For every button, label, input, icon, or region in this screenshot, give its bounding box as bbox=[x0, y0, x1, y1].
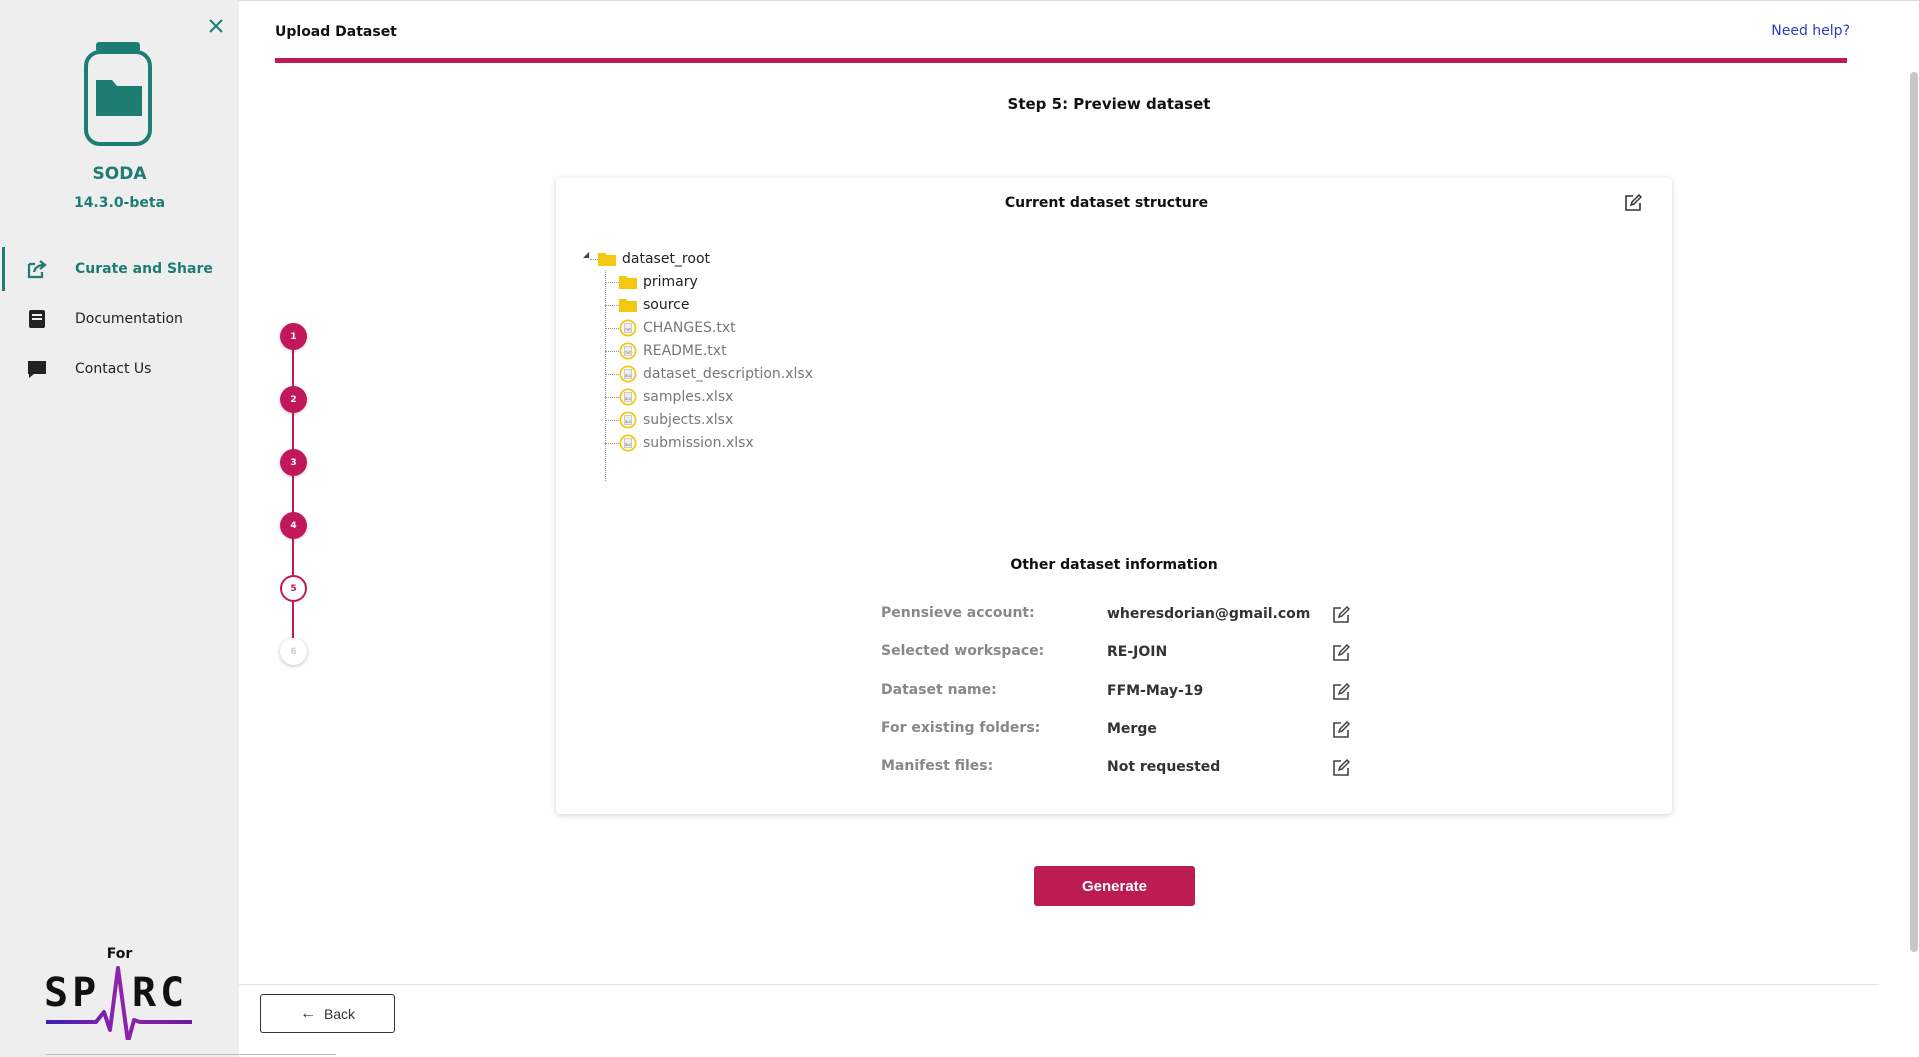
info-value: FFM-May-19 bbox=[1107, 683, 1204, 699]
file-icon: TXT bbox=[619, 319, 637, 337]
edit-icon[interactable] bbox=[1332, 683, 1350, 701]
sidebar: SODA 14.3.0-beta Curate and Share Docume… bbox=[0, 0, 239, 1057]
info-row-dataset-name: Dataset name: FFM-May-19 bbox=[881, 682, 1381, 704]
file-icon: TXT bbox=[619, 342, 637, 360]
step-5[interactable]: 5 bbox=[280, 575, 307, 602]
need-help-link[interactable]: Need help? bbox=[1771, 23, 1850, 39]
info-label: Pennsieve account: bbox=[881, 605, 1035, 621]
tree-item-label: dataset_root bbox=[622, 251, 710, 267]
share-icon bbox=[27, 260, 47, 279]
folder-icon bbox=[598, 253, 616, 266]
info-row-pennsieve-account: Pennsieve account: wheresdorian@gmail.co… bbox=[881, 605, 1381, 627]
svg-text:XLS: XLS bbox=[625, 420, 631, 424]
file-icon: XLS bbox=[619, 388, 637, 406]
soda-logo-icon bbox=[84, 42, 152, 146]
tree-item-label: dataset_description.xlsx bbox=[643, 366, 813, 382]
step-1[interactable]: 1 bbox=[280, 323, 307, 350]
tree-file[interactable]: XLS submission.xlsx bbox=[619, 432, 754, 454]
tree-folder-root[interactable]: dataset_root bbox=[598, 248, 710, 270]
info-label: Manifest files: bbox=[881, 758, 994, 774]
file-icon: XLS bbox=[619, 365, 637, 383]
collapse-toggle-icon[interactable]: ◢ bbox=[583, 250, 589, 259]
info-label: For existing folders: bbox=[881, 720, 1041, 736]
edit-icon[interactable] bbox=[1332, 606, 1350, 624]
stepper-line bbox=[292, 337, 294, 657]
edit-icon[interactable] bbox=[1332, 644, 1350, 662]
info-row-existing-folders: For existing folders: Merge bbox=[881, 720, 1381, 742]
info-label: Dataset name: bbox=[881, 682, 997, 698]
divider bbox=[46, 1054, 336, 1055]
close-icon[interactable] bbox=[204, 14, 228, 38]
arrow-left-icon: ← bbox=[299, 1004, 316, 1022]
step-4[interactable]: 4 bbox=[280, 512, 307, 539]
tree-item-label: samples.xlsx bbox=[643, 389, 734, 405]
chat-icon bbox=[28, 361, 46, 378]
sidebar-item-label: Curate and Share bbox=[75, 261, 213, 277]
sidebar-item-contact-us[interactable]: Contact Us bbox=[0, 347, 239, 391]
step-title: Step 5: Preview dataset bbox=[1007, 95, 1211, 113]
generate-button[interactable]: Generate bbox=[1034, 866, 1195, 906]
preview-card: Current dataset structure ◢ dataset_root… bbox=[556, 178, 1672, 814]
sidebar-item-curate-and-share[interactable]: Curate and Share bbox=[0, 247, 239, 291]
title-underline bbox=[275, 58, 1847, 63]
book-icon bbox=[29, 310, 45, 328]
info-value: Not requested bbox=[1107, 759, 1221, 775]
svg-text:XLS: XLS bbox=[625, 397, 631, 401]
step-2[interactable]: 2 bbox=[280, 386, 307, 413]
info-label: Selected workspace: bbox=[881, 643, 1045, 659]
edit-icon[interactable] bbox=[1624, 194, 1642, 212]
tree-file[interactable]: XLS dataset_description.xlsx bbox=[619, 363, 813, 385]
info-value: Merge bbox=[1107, 721, 1157, 737]
divider bbox=[239, 0, 1919, 1]
sidebar-item-label: Documentation bbox=[75, 311, 183, 327]
folder-icon bbox=[619, 299, 637, 312]
tree-item-label: subjects.xlsx bbox=[643, 412, 734, 428]
sparc-for-label: For bbox=[106, 946, 133, 962]
svg-text:RC: RC bbox=[132, 970, 188, 1016]
edit-icon[interactable] bbox=[1332, 759, 1350, 777]
page-title: Upload Dataset bbox=[275, 24, 397, 40]
info-row-manifest-files: Manifest files: Not requested bbox=[881, 758, 1381, 780]
info-value: wheresdorian@gmail.com bbox=[1107, 606, 1311, 622]
svg-text:TXT: TXT bbox=[624, 328, 631, 332]
tree-item-label: submission.xlsx bbox=[643, 435, 754, 451]
tree-file[interactable]: XLS samples.xlsx bbox=[619, 386, 733, 408]
tree-folder[interactable]: source bbox=[619, 294, 690, 316]
tree-item-label: primary bbox=[643, 274, 698, 290]
tree-file[interactable]: XLS subjects.xlsx bbox=[619, 409, 733, 431]
file-icon: XLS bbox=[619, 411, 637, 429]
app-name: SODA bbox=[92, 164, 147, 184]
svg-text:XLS: XLS bbox=[625, 374, 631, 378]
tree-folder[interactable]: primary bbox=[619, 271, 698, 293]
svg-text:SP: SP bbox=[44, 970, 100, 1016]
app-version: 14.3.0-beta bbox=[73, 195, 166, 211]
sparc-logo: SP RC bbox=[44, 966, 192, 1040]
info-row-workspace: Selected workspace: RE-JOIN bbox=[881, 643, 1381, 665]
tree-item-label: README.txt bbox=[643, 343, 727, 359]
file-icon: XLS bbox=[619, 434, 637, 452]
folder-icon bbox=[619, 276, 637, 289]
info-value: RE-JOIN bbox=[1107, 644, 1168, 660]
divider bbox=[239, 984, 1879, 985]
sidebar-item-label: Contact Us bbox=[75, 361, 152, 377]
tree-item-label: CHANGES.txt bbox=[643, 320, 736, 336]
tree-file[interactable]: TXT CHANGES.txt bbox=[619, 317, 736, 339]
edit-icon[interactable] bbox=[1332, 721, 1350, 739]
sidebar-item-documentation[interactable]: Documentation bbox=[0, 297, 239, 341]
back-button-label: Back bbox=[323, 1005, 356, 1022]
back-button[interactable]: ← Back bbox=[260, 994, 395, 1033]
step-3[interactable]: 3 bbox=[280, 449, 307, 476]
step-6[interactable]: 6 bbox=[280, 638, 307, 665]
info-title: Other dataset information bbox=[1010, 557, 1218, 573]
svg-text:XLS: XLS bbox=[625, 443, 631, 447]
scrollbar[interactable] bbox=[1910, 72, 1918, 952]
tree-item-label: source bbox=[643, 297, 690, 313]
tree-file[interactable]: TXT README.txt bbox=[619, 340, 727, 362]
svg-text:TXT: TXT bbox=[624, 351, 631, 355]
structure-title: Current dataset structure bbox=[1004, 195, 1209, 211]
